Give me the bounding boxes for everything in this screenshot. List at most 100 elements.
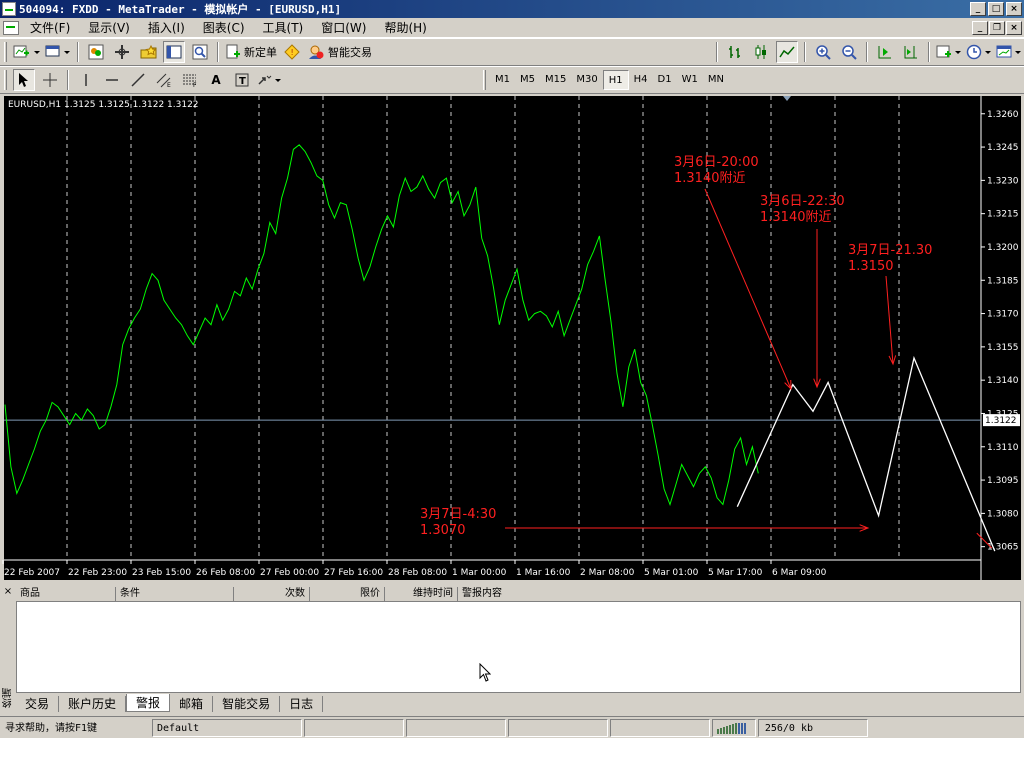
menu-charts[interactable]: 图表(C) [194, 19, 254, 36]
chart-shift-button[interactable] [900, 41, 922, 63]
x-tick-label: 1 Mar 16:00 [516, 568, 571, 578]
periods-button[interactable] [966, 41, 992, 63]
tab-experts[interactable]: 智能交易 [213, 696, 281, 712]
window-title: 504094: FXDD - MetaTrader - 模拟帐户 - [EURU… [19, 3, 342, 16]
y-tick-label: 1.3215 [987, 210, 1019, 220]
profiles-button[interactable] [45, 41, 71, 63]
price-chart[interactable]: 1.3260 1.3245 1.3230 1.3215 1.3200 1.3185 1.31… [0, 94, 1024, 582]
y-tick-label: 1.3230 [987, 176, 1019, 186]
tab-mailbox[interactable]: 邮箱 [170, 696, 214, 712]
candlestick-icon [755, 45, 766, 59]
timeframe-h1[interactable]: H1 [602, 70, 629, 90]
menu-insert[interactable]: 插入(I) [139, 19, 194, 36]
market-watch-icon [88, 44, 104, 60]
alerts-table-header: 商品 条件 次数 限价 维持时间 警报内容 [16, 587, 1021, 601]
bar-chart-icon [729, 46, 740, 58]
y-tick-label: 1.3185 [987, 276, 1019, 286]
arrow-cursor-icon [19, 73, 28, 87]
y-tick-label: 1.3110 [987, 443, 1019, 453]
menu-view[interactable]: 显示(V) [79, 19, 139, 36]
menu-file[interactable]: 文件(F) [21, 19, 79, 36]
menu-tools[interactable]: 工具(T) [254, 19, 313, 36]
tester-button[interactable] [189, 41, 211, 63]
mdi-restore-button[interactable]: ❐ [989, 21, 1005, 35]
cursor-tool-button[interactable] [13, 69, 35, 91]
close-button[interactable]: × [1006, 2, 1022, 16]
arrows-dropdown-button[interactable] [257, 69, 283, 91]
tab-account-history[interactable]: 账户历史 [59, 696, 127, 712]
y-tick-label: 1.3200 [987, 243, 1019, 253]
zoom-out-button[interactable] [838, 41, 860, 63]
annotation-text: 1.3150 [848, 259, 894, 274]
chart-document-icon[interactable] [3, 20, 19, 35]
equidistant-channel-button[interactable]: E [153, 69, 175, 91]
zoom-in-icon [816, 45, 831, 60]
timeframe-mn[interactable]: MN [703, 70, 729, 90]
timeframe-m1[interactable]: M1 [490, 70, 515, 90]
x-tick-label: 2 Mar 08:00 [580, 568, 635, 578]
menu-help[interactable]: 帮助(H) [375, 19, 435, 36]
meta-editor-button[interactable]: ! [281, 41, 303, 63]
fibonacci-button[interactable]: F [179, 69, 201, 91]
toolbar-grip[interactable] [4, 70, 7, 90]
tab-journal[interactable]: 日志 [280, 696, 324, 712]
status-traffic: 256/0 kb [758, 718, 868, 737]
tab-trade[interactable]: 交易 [16, 696, 60, 712]
mdi-minimize-button[interactable]: _ [972, 21, 988, 35]
market-watch-button[interactable] [85, 41, 107, 63]
trendline-button[interactable] [127, 69, 149, 91]
desktop-strip [0, 738, 1024, 768]
y-tick-label: 1.3140 [987, 376, 1019, 386]
timeframe-h4[interactable]: H4 [629, 70, 653, 90]
new-chart-icon [13, 45, 40, 58]
horizontal-line-button[interactable] [101, 69, 123, 91]
mdi-close-button[interactable]: × [1006, 21, 1022, 35]
crosshair-tool-button[interactable] [39, 69, 61, 91]
vertical-line-button[interactable] [75, 69, 97, 91]
new-order-label: 新定单 [244, 46, 277, 59]
maximize-button[interactable]: □ [988, 2, 1004, 16]
status-profile[interactable]: Default [152, 718, 302, 737]
line-studies-toolbar: E F A T M1 M5 M15 M30 H1 H4 D1 W1 MN [0, 66, 1024, 94]
timeframe-d1[interactable]: D1 [653, 70, 677, 90]
toolbar-grip[interactable] [4, 42, 7, 62]
timeframe-m30[interactable]: M30 [571, 70, 602, 90]
column-limit[interactable]: 限价 [310, 587, 385, 601]
x-tick-label: 22 Feb 2007 [4, 568, 60, 578]
new-order-button[interactable]: 新定单 [225, 41, 277, 63]
title-bar[interactable]: 504094: FXDD - MetaTrader - 模拟帐户 - [EURU… [0, 0, 1024, 18]
annotation-text: 3月6日-22:30 [760, 194, 845, 209]
timeframe-m5[interactable]: M5 [515, 70, 540, 90]
candlestick-button[interactable] [750, 41, 772, 63]
navigator-star-icon [140, 44, 157, 59]
timeframe-m15[interactable]: M15 [540, 70, 571, 90]
y-tick-label: 1.3260 [987, 110, 1019, 120]
navigator-button[interactable] [137, 41, 159, 63]
terminal-button[interactable] [163, 41, 185, 63]
minimize-button[interactable]: _ [970, 2, 986, 16]
alerts-list[interactable] [16, 601, 1021, 693]
zoom-in-button[interactable] [812, 41, 834, 63]
timeframe-w1[interactable]: W1 [677, 70, 703, 90]
indicators-button[interactable] [936, 41, 962, 63]
line-chart-button[interactable] [776, 41, 798, 63]
annotation-text: 3月6日-20:00 [674, 155, 759, 170]
column-timeout[interactable]: 维持时间 [385, 587, 458, 601]
new-chart-button[interactable] [13, 41, 41, 63]
column-alert-text[interactable]: 警报内容 [458, 587, 1018, 601]
toolbar-grip[interactable] [483, 70, 486, 90]
column-counter[interactable]: 次数 [234, 587, 310, 601]
text-label-button[interactable]: T [231, 69, 253, 91]
column-condition[interactable]: 条件 [116, 587, 234, 601]
templates-button[interactable] [996, 41, 1022, 63]
menu-window[interactable]: 窗口(W) [312, 19, 375, 36]
terminal-close-icon[interactable]: × [2, 586, 14, 598]
auto-scroll-button[interactable] [874, 41, 896, 63]
data-window-button[interactable] [111, 41, 133, 63]
expert-advisors-icon [309, 45, 324, 59]
expert-advisors-button[interactable]: 智能交易 [307, 41, 372, 63]
text-tool-button[interactable]: A [205, 69, 227, 91]
bar-chart-button[interactable] [724, 41, 746, 63]
column-symbol[interactable]: 商品 [16, 587, 116, 601]
tab-alerts[interactable]: 警报 [126, 694, 171, 712]
